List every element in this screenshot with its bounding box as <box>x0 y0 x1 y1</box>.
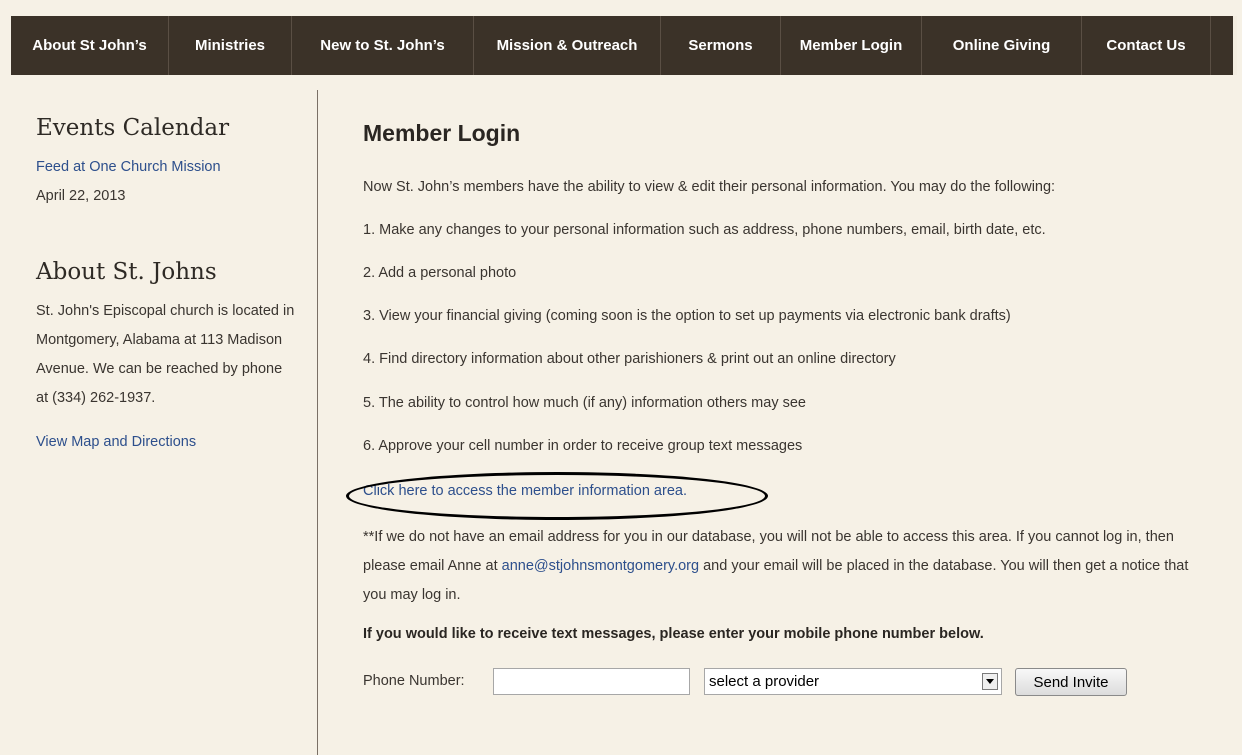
nav-new-to-st-johns[interactable]: New to St. John’s <box>292 16 474 75</box>
list-item: 2. Add a personal photo <box>363 265 517 281</box>
intro-text: Now St. John’s members have the ability … <box>363 179 1056 195</box>
nav-edge <box>1233 16 1237 75</box>
column-divider <box>317 90 318 755</box>
list-item: 4. Find directory information about othe… <box>363 351 896 367</box>
page-title: Member Login <box>363 120 521 146</box>
list-item: 5. The ability to control how much (if a… <box>363 395 806 411</box>
view-map-link[interactable]: View Map and Directions <box>36 434 196 450</box>
email-link[interactable]: anne@stjohnsmontgomery.org <box>502 558 699 574</box>
phone-number-input[interactable] <box>493 668 690 695</box>
text-message-prompt: If you would like to receive text messag… <box>363 626 984 642</box>
nav-ministries[interactable]: Ministries <box>169 16 292 75</box>
nav-sermons[interactable]: Sermons <box>661 16 781 75</box>
provider-select[interactable]: select a provider <box>704 668 1002 695</box>
event-date: April 22, 2013 <box>36 188 126 204</box>
about-text: St. John's Episcopal church is located i… <box>36 303 295 406</box>
phone-number-label: Phone Number: <box>363 673 465 689</box>
dropdown-arrow-icon[interactable] <box>982 673 998 690</box>
nav-mission-outreach[interactable]: Mission & Outreach <box>474 16 661 75</box>
sidebar: Events Calendar Feed at One Church Missi… <box>36 115 306 455</box>
events-calendar-heading: Events Calendar <box>36 115 230 141</box>
provider-selected-value: select a provider <box>709 673 820 690</box>
about-heading: About St. Johns <box>36 259 217 285</box>
nav-about[interactable]: About St John’s <box>11 16 169 75</box>
list-item: 1. Make any changes to your personal inf… <box>363 222 1046 238</box>
send-invite-button[interactable]: Send Invite <box>1015 668 1127 696</box>
notice-text: **If we do not have an email address for… <box>363 529 1189 603</box>
list-item: 6. Approve your cell number in order to … <box>363 438 803 454</box>
main-content: Member Login <box>363 120 1233 165</box>
member-area-link[interactable]: Click here to access the member informat… <box>363 483 687 499</box>
event-link[interactable]: Feed at One Church Mission <box>36 159 221 175</box>
nav-online-giving[interactable]: Online Giving <box>922 16 1082 75</box>
top-navigation: About St John’s Ministries New to St. Jo… <box>11 16 1237 75</box>
nav-contact-us[interactable]: Contact Us <box>1082 16 1211 75</box>
nav-member-login[interactable]: Member Login <box>781 16 922 75</box>
list-item: 3. View your financial giving (coming so… <box>363 308 1011 324</box>
